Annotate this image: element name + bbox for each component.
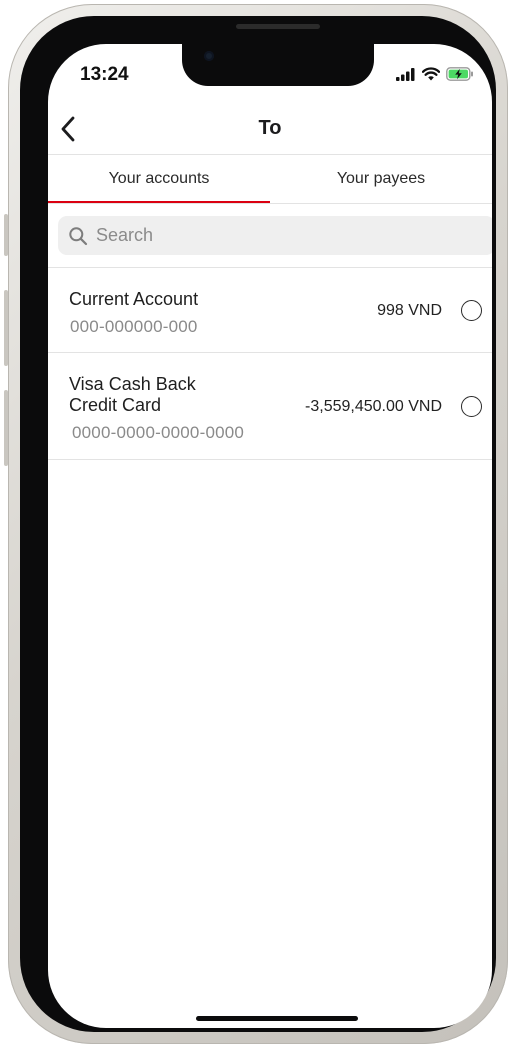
wifi-icon	[422, 67, 440, 81]
phone-frame: 13:24 To Your accounts Your payees Searc…	[8, 4, 508, 1044]
app-screen: 13:24 To Your accounts Your payees Searc…	[48, 44, 492, 1028]
account-row-current[interactable]: Current Account 000-000000-000 998 VND	[48, 268, 492, 352]
account-row-credit-card[interactable]: Visa Cash Back Credit Card 0000-0000-000…	[48, 353, 492, 459]
tabs-divider	[48, 203, 492, 204]
search-bar[interactable]	[58, 216, 492, 255]
navigation-bar: To	[48, 106, 492, 152]
search-icon	[69, 226, 88, 245]
account-number: 0000-0000-0000-0000	[72, 423, 245, 442]
tab-your-accounts[interactable]: Your accounts	[48, 155, 270, 204]
status-icons	[396, 67, 474, 81]
account-select-radio[interactable]	[461, 300, 482, 321]
page-title: To	[258, 117, 282, 139]
home-indicator[interactable]	[196, 1016, 358, 1021]
account-name: Current Account	[69, 289, 199, 309]
tab-bar: Your accounts Your payees	[48, 155, 492, 204]
search-input[interactable]	[94, 224, 478, 247]
account-select-radio[interactable]	[461, 396, 482, 417]
front-camera	[204, 51, 214, 61]
account-name: Visa Cash Back Credit Card	[69, 374, 196, 415]
battery-charging-icon	[446, 67, 473, 81]
status-time: 13:24	[80, 64, 129, 85]
account-number: 000-000000-000	[70, 317, 198, 336]
signal-icon	[396, 67, 415, 81]
notch	[182, 44, 374, 86]
phone-bezel: 13:24 To Your accounts Your payees Searc…	[20, 16, 496, 1032]
earpiece-speaker	[236, 24, 320, 29]
tab-your-payees[interactable]: Your payees	[270, 155, 492, 203]
row-divider	[48, 459, 492, 460]
account-balance: -3,559,450.00 VND	[305, 398, 442, 415]
account-balance: 998 VND	[377, 302, 442, 319]
